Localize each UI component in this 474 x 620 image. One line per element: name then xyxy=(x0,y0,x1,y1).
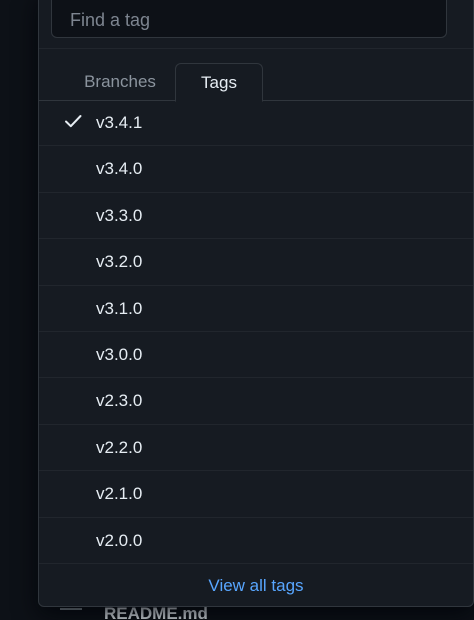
dropdown-footer: View all tags xyxy=(39,564,473,606)
find-tag-input[interactable] xyxy=(51,0,447,38)
tag-label: v2.2.0 xyxy=(96,437,143,457)
tag-item[interactable]: v2.1.0 xyxy=(39,471,473,518)
tag-label: v3.3.0 xyxy=(96,205,143,225)
tag-item[interactable]: v2.2.0 xyxy=(39,425,473,472)
tag-item[interactable]: v3.4.1 xyxy=(39,100,473,147)
tag-label: v3.2.0 xyxy=(96,252,143,272)
tag-label: v3.0.0 xyxy=(96,344,143,364)
tag-item[interactable]: v2.3.0 xyxy=(39,378,473,425)
background-left-strip xyxy=(0,0,38,620)
tab-branches[interactable]: Branches xyxy=(61,63,179,101)
ref-type-tabs: Branches Tags xyxy=(39,49,473,102)
page: A F A F A F F A S A README.md Branches T… xyxy=(0,0,474,620)
tag-item[interactable]: v3.3.0 xyxy=(39,193,473,240)
tag-selector-dropdown: Branches Tags v3.4.1 v3.4.0 v3.3.0 v3.2.… xyxy=(38,0,474,607)
tag-label: v2.0.0 xyxy=(96,530,143,550)
tag-label: v2.1.0 xyxy=(96,484,143,504)
tag-label: v3.4.0 xyxy=(96,159,143,179)
tag-list: v3.4.1 v3.4.0 v3.3.0 v3.2.0 v3.1.0 v3.0.… xyxy=(39,100,473,564)
tab-tags[interactable]: Tags xyxy=(175,63,263,102)
tag-item[interactable]: v3.2.0 xyxy=(39,239,473,286)
filter-section xyxy=(39,0,473,49)
tag-label: v2.3.0 xyxy=(96,391,143,411)
tag-item[interactable]: v3.4.0 xyxy=(39,146,473,193)
tag-item[interactable]: v2.0.0 xyxy=(39,518,473,564)
tag-item[interactable]: v3.0.0 xyxy=(39,332,473,379)
tag-item[interactable]: v3.1.0 xyxy=(39,286,473,332)
view-all-tags-link[interactable]: View all tags xyxy=(208,576,303,595)
tag-label: v3.4.1 xyxy=(96,113,143,132)
list-icon xyxy=(60,607,82,620)
tag-label: v3.1.0 xyxy=(96,298,143,318)
check-icon xyxy=(65,115,82,128)
